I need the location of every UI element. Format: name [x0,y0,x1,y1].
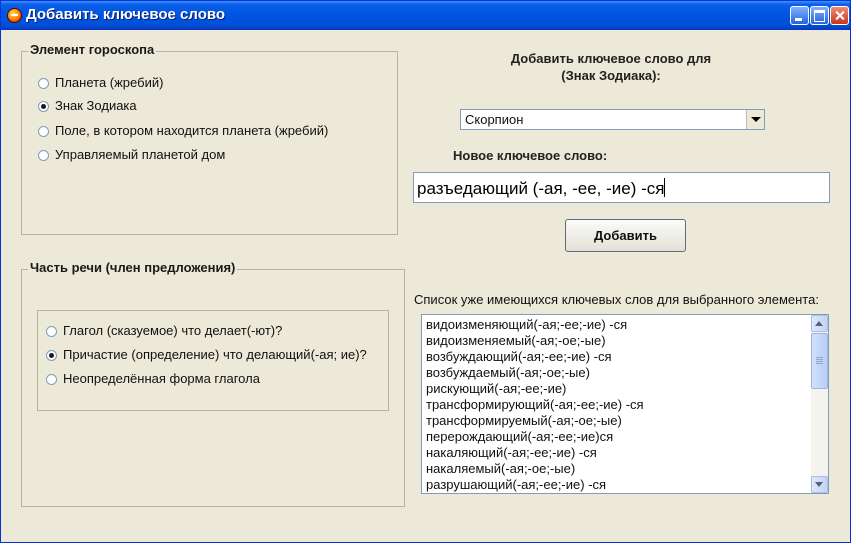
list-item[interactable]: возбуждаемый(-ая;-ое;-ые) [426,365,806,381]
close-icon [831,7,848,24]
list-item[interactable]: перерождающий(-ая;-ее;-ие)ся [426,429,806,445]
scroll-down-arrow-icon[interactable] [811,476,828,493]
close-button[interactable] [830,6,849,25]
list-item[interactable]: трансформирующий(-ая;-ее;-ие) -ся [426,397,806,413]
app-icon [7,8,22,23]
radio-participle-label: Причастие (определение) что делающий(-ая… [63,347,367,362]
add-button[interactable]: Добавить [565,219,686,252]
existing-keywords-label: Список уже имеющихся ключевых слов для в… [414,292,819,307]
maximize-icon [811,7,828,24]
existing-keywords-list[interactable]: видоизменяющий(-ая;-ее;-ие) -ся видоизмен… [421,314,829,494]
list-item[interactable]: видоизменяемый(-ая;-ое;-ые) [426,333,806,349]
maximize-button[interactable] [810,6,829,25]
list-item[interactable]: видоизменяющий(-ая;-ее;-ие) -ся [426,317,806,333]
part-of-speech-group-title: Часть речи (член предложения) [28,260,238,275]
list-item[interactable]: возбуждающий(-ая;-ее;-ие) -ся [426,349,806,365]
radio-verb-indicator [46,326,57,337]
list-item[interactable]: трансформируемый(-ая;-ое;-ые) [426,413,806,429]
radio-zodiac-sign-label: Знак Зодиака [55,98,137,113]
zodiac-sign-dropdown[interactable]: Скорпион [460,109,765,130]
new-keyword-input[interactable]: разъедающий (-ая, -ее, -ие) -ся [413,172,830,203]
new-keyword-label: Новое ключевое слово: [453,148,608,163]
radio-ruled-house-label: Управляемый планетой дом [55,147,226,162]
radio-infinitive-indicator [46,374,57,385]
minimize-button[interactable] [790,6,809,25]
zodiac-sign-selected: Скорпион [465,112,524,127]
title-bar[interactable]: Добавить ключевое слово [1,1,850,30]
window-title: Добавить ключевое слово [26,6,226,23]
list-item[interactable]: накаляющий(-ая;-ее;-ие) -ся [426,445,806,461]
radio-planet-indicator [38,78,49,89]
chevron-down-icon[interactable] [746,110,764,129]
horoscope-group-title: Элемент гороскопа [28,42,157,57]
add-keyword-dialog: Добавить ключевое слово Элемент гороскоп… [0,0,851,543]
new-keyword-value: разъедающий (-ая, -ее, -ие) -ся [417,179,665,198]
minimize-icon [791,7,808,24]
radio-verb-label: Глагол (сказуемое) что делает(-ют)? [63,323,283,338]
list-item[interactable]: накаляемый(-ая;-ое;-ые) [426,461,806,477]
radio-participle-indicator [46,350,57,361]
radio-planet-field-indicator [38,126,49,137]
scroll-up-arrow-icon[interactable] [811,315,828,332]
keyword-list-items: видоизменяющий(-ая;-ее;-ие) -ся видоизмен… [426,317,806,493]
list-item[interactable]: рискующий(-ая;-ее;-ие) [426,381,806,397]
list-item[interactable]: разрушающий(-ая;-ее;-ие) -ся [426,477,806,493]
text-caret [664,178,666,197]
radio-ruled-house-indicator [38,150,49,161]
radio-infinitive-label: Неопределённая форма глагола [63,371,260,386]
add-for-label-line2: (Знак Зодиака): [561,68,661,83]
scrollbar-thumb[interactable] [811,333,828,389]
vertical-scrollbar[interactable] [811,315,828,493]
radio-planet-field-label: Поле, в котором находится планета (жреби… [55,123,329,138]
add-for-label-line1: Добавить ключевое слово для [510,51,712,66]
radio-zodiac-sign-indicator [38,101,49,112]
radio-planet-label: Планета (жребий) [55,75,164,90]
